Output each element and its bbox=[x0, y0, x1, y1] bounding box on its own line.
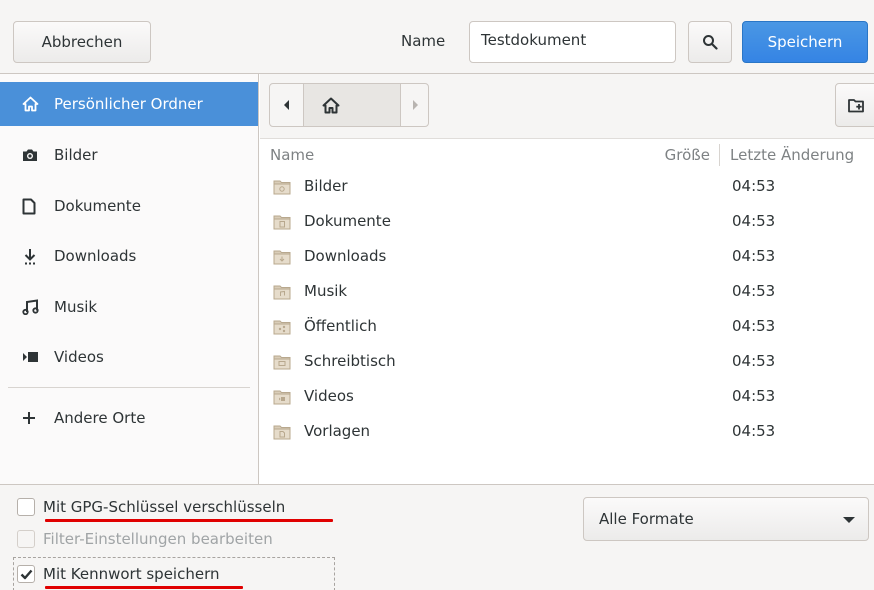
checkbox-box bbox=[17, 530, 35, 548]
file-name: Dokumente bbox=[304, 212, 391, 230]
file-modified: 04:53 bbox=[732, 317, 776, 335]
folder-publicshare-icon bbox=[273, 320, 291, 339]
file-modified: 04:53 bbox=[732, 352, 776, 370]
checkmark-icon bbox=[20, 569, 32, 579]
column-header-size[interactable]: Größe bbox=[644, 139, 710, 171]
sidebar-item-home[interactable]: Persönlicher Ordner bbox=[0, 82, 258, 126]
column-header-modified[interactable]: Letzte Änderung bbox=[730, 139, 854, 171]
file-row[interactable]: Musik 04:53 bbox=[260, 276, 874, 311]
file-modified: 04:53 bbox=[732, 422, 776, 440]
folder-download-icon bbox=[273, 250, 291, 269]
home-icon bbox=[322, 97, 340, 113]
file-row[interactable]: Dokumente 04:53 bbox=[260, 206, 874, 241]
path-forward-button[interactable] bbox=[400, 84, 428, 126]
path-bar bbox=[260, 74, 874, 138]
password-save-label: Mit Kennwort speichern bbox=[43, 565, 220, 583]
file-row[interactable]: Downloads 04:53 bbox=[260, 241, 874, 276]
filter-settings-label: Filter-Einstellungen bearbeiten bbox=[43, 530, 273, 548]
places-sidebar: Persönlicher Ordner Bilder Dokumente Dow… bbox=[0, 74, 259, 484]
footer-options: Mit GPG-Schlüssel verschlüsseln Filter-E… bbox=[0, 484, 874, 590]
file-name: Videos bbox=[304, 387, 354, 405]
sidebar-item-music[interactable]: Musik bbox=[0, 285, 258, 329]
sidebar-item-label: Persönlicher Ordner bbox=[54, 95, 203, 113]
sidebar-item-documents[interactable]: Dokumente bbox=[0, 184, 258, 228]
sidebar-item-label: Musik bbox=[54, 298, 98, 316]
file-modified: 04:53 bbox=[732, 387, 776, 405]
chevron-left-icon bbox=[283, 100, 289, 110]
save-button[interactable]: Speichern bbox=[742, 21, 868, 63]
home-icon bbox=[22, 96, 44, 112]
password-save-checkbox[interactable]: Mit Kennwort speichern bbox=[17, 565, 219, 583]
sidebar-item-label: Videos bbox=[54, 348, 104, 366]
new-folder-button[interactable] bbox=[835, 83, 874, 127]
gpg-encrypt-label: Mit GPG-Schlüssel verschlüsseln bbox=[43, 498, 286, 516]
file-list: Name Größe Letzte Änderung Bilder 04:53 … bbox=[260, 138, 874, 484]
folder-documents-icon bbox=[273, 215, 291, 234]
file-name: Downloads bbox=[304, 247, 387, 265]
sidebar-divider bbox=[8, 387, 250, 388]
folder-pictures-icon bbox=[273, 180, 291, 199]
video-icon bbox=[22, 351, 44, 363]
file-name: Schreibtisch bbox=[304, 352, 396, 370]
file-row[interactable]: Videos 04:53 bbox=[260, 381, 874, 416]
checkbox-box[interactable] bbox=[17, 565, 35, 583]
annotation-underline bbox=[45, 586, 243, 589]
camera-icon bbox=[22, 148, 44, 162]
search-button[interactable] bbox=[688, 21, 732, 63]
file-name: Vorlagen bbox=[304, 422, 371, 440]
filename-input[interactable]: Testdokument bbox=[469, 21, 676, 63]
new-folder-icon bbox=[848, 98, 864, 112]
chevron-right-icon bbox=[412, 100, 418, 110]
sidebar-item-label: Dokumente bbox=[54, 197, 141, 215]
sidebar-item-downloads[interactable]: Downloads bbox=[0, 234, 258, 278]
folder-videos-icon bbox=[273, 390, 291, 409]
file-name: Bilder bbox=[304, 177, 348, 195]
download-icon bbox=[22, 248, 44, 265]
filter-settings-checkbox: Filter-Einstellungen bearbeiten bbox=[17, 530, 273, 548]
document-icon bbox=[22, 198, 44, 215]
sidebar-item-label: Downloads bbox=[54, 247, 137, 265]
sidebar-item-pictures[interactable]: Bilder bbox=[0, 133, 258, 177]
path-home-button[interactable] bbox=[304, 84, 400, 126]
header-bar: Abbrechen Name Testdokument Speichern bbox=[0, 0, 874, 74]
file-modified: 04:53 bbox=[732, 282, 776, 300]
column-header-name[interactable]: Name bbox=[270, 139, 314, 171]
search-icon bbox=[703, 35, 718, 50]
checkbox-box[interactable] bbox=[17, 498, 35, 516]
sidebar-item-label: Andere Orte bbox=[54, 409, 146, 427]
music-icon bbox=[22, 299, 44, 315]
path-button-group bbox=[269, 83, 429, 127]
path-back-button[interactable] bbox=[270, 84, 304, 126]
folder-templates-icon bbox=[273, 425, 291, 444]
sidebar-item-label: Bilder bbox=[54, 146, 98, 164]
file-name: Musik bbox=[304, 282, 348, 300]
name-label: Name bbox=[401, 32, 446, 50]
file-modified: 04:53 bbox=[732, 212, 776, 230]
cancel-button[interactable]: Abbrechen bbox=[13, 21, 151, 63]
gpg-encrypt-checkbox[interactable]: Mit GPG-Schlüssel verschlüsseln bbox=[17, 498, 285, 516]
file-modified: 04:53 bbox=[732, 247, 776, 265]
sidebar-item-other-locations[interactable]: Andere Orte bbox=[0, 396, 258, 440]
annotation-underline bbox=[45, 519, 333, 522]
file-row[interactable]: Öffentlich 04:53 bbox=[260, 311, 874, 346]
file-row[interactable]: Vorlagen 04:53 bbox=[260, 416, 874, 451]
folder-music-icon bbox=[273, 285, 291, 304]
plus-icon bbox=[22, 411, 44, 425]
file-row[interactable]: Bilder 04:53 bbox=[260, 171, 874, 206]
sidebar-item-videos[interactable]: Videos bbox=[0, 335, 258, 379]
chevron-down-icon bbox=[843, 517, 855, 523]
file-row[interactable]: Schreibtisch 04:53 bbox=[260, 346, 874, 381]
file-modified: 04:53 bbox=[732, 177, 776, 195]
format-filter-value: Alle Formate bbox=[599, 510, 694, 528]
file-name: Öffentlich bbox=[304, 317, 377, 335]
folder-desktop-icon bbox=[273, 355, 291, 374]
column-divider bbox=[719, 144, 720, 166]
format-filter-dropdown[interactable]: Alle Formate bbox=[583, 497, 869, 541]
